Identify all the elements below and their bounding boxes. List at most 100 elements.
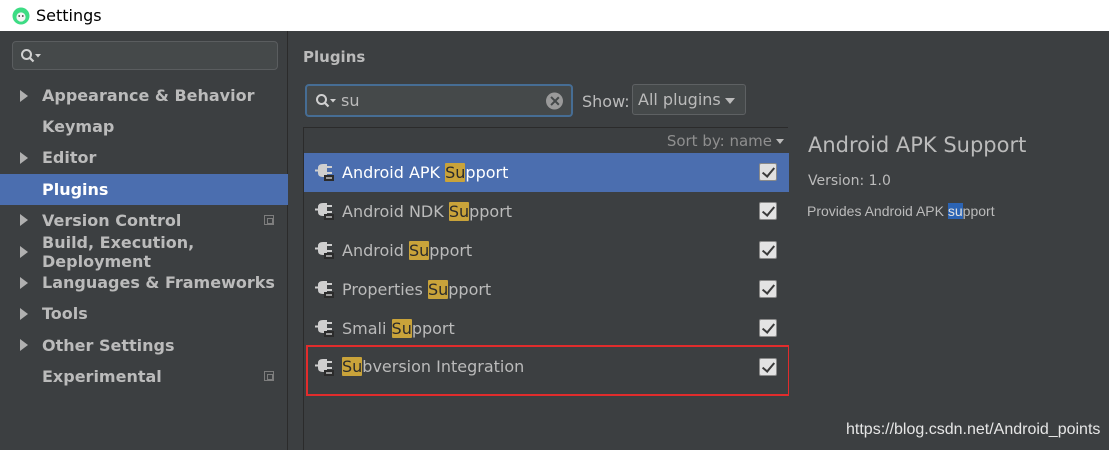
android-studio-icon (12, 7, 30, 24)
project-level-icon (264, 215, 274, 226)
plugin-search-input[interactable]: su (305, 84, 573, 117)
show-filter-select[interactable]: All plugins (632, 84, 746, 115)
sidebar-item-plugins[interactable]: Plugins (0, 173, 288, 205)
search-icon (21, 48, 41, 62)
sidebar-item-languages-frameworks[interactable]: Languages & Frameworks (0, 267, 288, 298)
plugin-list: Sort by: name Android APK Support Android… (303, 127, 790, 450)
plugin-icon (315, 358, 334, 376)
watermark-text: https://blog.csdn.net/Android_points (846, 421, 1101, 438)
show-label: Show: (582, 92, 630, 111)
expand-arrow-icon[interactable] (20, 214, 28, 227)
plugin-enabled-checkbox[interactable] (759, 319, 777, 337)
plugin-icon (315, 242, 334, 260)
search-match-highlight: Su (408, 240, 430, 260)
expand-arrow-icon[interactable] (20, 245, 28, 258)
search-icon (316, 93, 336, 107)
plugin-rows: Android APK Support Android NDK Support An… (304, 153, 789, 386)
settings-sidebar: Appearance & Behavior Keymap Editor Plugins… (0, 31, 288, 450)
plugin-enabled-checkbox[interactable] (759, 163, 777, 182)
plugin-detail-description: Provides Android APK support (807, 203, 995, 219)
plugin-detail-title: Android APK Support (808, 133, 1027, 157)
sort-by-label: Sort by: name (666, 132, 772, 150)
plugin-name-prefix: Smali (342, 318, 392, 338)
sidebar-item-other-settings[interactable]: Other Settings (0, 330, 288, 361)
plugin-icon (315, 203, 334, 221)
sidebar-item-label: Other Settings (42, 335, 175, 355)
search-match-highlight: Su (342, 357, 363, 377)
plugin-enabled-checkbox[interactable] (759, 241, 777, 260)
chevron-down-icon (725, 98, 735, 104)
expand-arrow-icon[interactable] (20, 276, 28, 289)
page-title: Plugins (303, 48, 366, 66)
plugin-name-suffix: pport (411, 318, 455, 338)
plugin-row[interactable]: Smali Support (304, 309, 789, 348)
search-value: su (341, 91, 360, 110)
plugins-panel: Plugins su Show: All plugins Sort by: na… (289, 31, 1109, 450)
desc-suffix: pport (962, 203, 995, 219)
title-bar: Settings (0, 0, 1109, 31)
sidebar-item-label: Languages & Frameworks (42, 273, 275, 293)
plugin-name: Android Support (342, 240, 473, 260)
chevron-down-icon (776, 139, 784, 144)
sidebar-item-label: Appearance & Behavior (42, 86, 255, 106)
sidebar-nav: Appearance & Behavior Keymap Editor Plugins… (0, 80, 288, 392)
search-match-highlight: Su (391, 318, 412, 338)
expand-arrow-icon[interactable] (20, 151, 28, 164)
expand-arrow-icon[interactable] (20, 307, 28, 320)
plugin-name-suffix: pport (465, 162, 509, 182)
plugin-icon (315, 320, 334, 337)
sidebar-item-label: Tools (42, 304, 88, 324)
sidebar-search-input[interactable] (12, 41, 278, 70)
plugin-name-suffix: bversion Integration (362, 357, 525, 377)
plugin-enabled-checkbox[interactable] (759, 280, 777, 299)
sidebar-item-tools[interactable]: Tools (0, 298, 288, 329)
sidebar-item-label: Plugins (42, 179, 109, 199)
sidebar-item-label: Version Control (42, 210, 182, 230)
sidebar-item-build-execution-deployment[interactable]: Build, Execution, Deployment (0, 233, 288, 271)
clear-search-icon[interactable] (546, 92, 563, 109)
sidebar-item-version-control[interactable]: Version Control (0, 205, 288, 236)
sidebar-item-editor[interactable]: Editor (0, 142, 288, 173)
plugin-name-prefix: Android APK (342, 162, 446, 182)
plugin-name: Android NDK Support (342, 201, 513, 221)
plugin-name: Subversion Integration (342, 357, 525, 377)
plugin-row[interactable]: Android APK Support (304, 153, 789, 192)
sidebar-item-experimental[interactable]: Experimental (0, 361, 288, 392)
plugin-name-prefix: Properties (342, 279, 428, 299)
sidebar-item-label: Experimental (42, 366, 162, 386)
plugin-row[interactable]: Android NDK Support (304, 192, 789, 231)
plugin-row[interactable]: Subversion Integration (304, 347, 789, 386)
plugin-name-suffix: pport (448, 279, 492, 299)
sort-by-dropdown[interactable]: Sort by: name (667, 132, 784, 150)
search-match-highlight: Su (445, 162, 466, 182)
plugin-name-suffix: pport (429, 240, 473, 260)
plugin-detail-pane: Android APK Support Version: 1.0 Provide… (789, 127, 1109, 450)
plugin-name: Smali Support (342, 318, 455, 338)
plugin-icon (315, 281, 334, 299)
desc-match: su (947, 203, 963, 219)
show-filter-value: All plugins (638, 90, 721, 109)
plugin-row[interactable]: Android Support (304, 231, 789, 270)
plugin-name-prefix: Android NDK (342, 201, 449, 221)
desc-prefix: Provides Android APK (807, 203, 948, 219)
sidebar-item-appearance-behavior[interactable]: Appearance & Behavior (0, 80, 288, 111)
plugin-enabled-checkbox[interactable] (759, 202, 777, 221)
plugin-detail-version: Version: 1.0 (808, 173, 891, 189)
plugin-icon (315, 164, 334, 182)
expand-arrow-icon[interactable] (20, 89, 28, 102)
search-match-highlight: Su (427, 279, 449, 299)
plugin-name: Android APK Support (342, 162, 509, 182)
sidebar-item-label: Editor (42, 148, 97, 168)
sidebar-item-label: Keymap (42, 117, 115, 137)
sidebar-item-keymap[interactable]: Keymap (0, 111, 288, 142)
search-match-highlight: Su (448, 201, 470, 221)
sidebar-item-label: Build, Execution, Deployment (42, 232, 195, 271)
expand-arrow-icon[interactable] (20, 339, 28, 352)
window-title: Settings (36, 6, 102, 25)
project-level-icon (264, 371, 274, 382)
plugin-enabled-checkbox[interactable] (759, 357, 777, 376)
plugin-name: Properties Support (342, 279, 492, 299)
plugin-name-prefix: Android (342, 240, 409, 260)
plugin-row[interactable]: Properties Support (304, 270, 789, 309)
plugin-name-suffix: pport (469, 201, 513, 221)
